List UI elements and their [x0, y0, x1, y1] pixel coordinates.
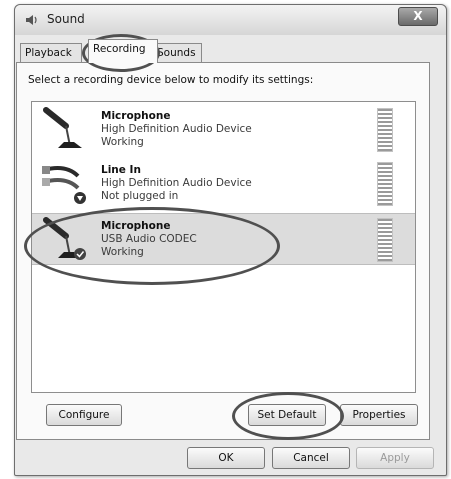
cancel-button[interactable]: Cancel	[272, 447, 350, 469]
speaker-icon	[26, 15, 37, 25]
device-row-line-in[interactable]: Line In High Definition Audio Device Not…	[32, 158, 415, 208]
ok-button[interactable]: OK	[187, 447, 265, 469]
device-description: High Definition Audio Device	[101, 177, 252, 189]
tab-recording[interactable]: Recording	[88, 39, 158, 63]
level-meter	[377, 218, 393, 262]
close-button[interactable]: X	[398, 7, 438, 26]
window-title: Sound	[47, 12, 85, 26]
set-default-button[interactable]: Set Default	[248, 404, 326, 426]
microphone-icon	[43, 217, 86, 260]
device-description: USB Audio CODEC	[101, 233, 197, 245]
device-status: Working	[101, 136, 144, 148]
device-row-microphone-hd[interactable]: Microphone High Definition Audio Device …	[32, 104, 415, 154]
device-name: Microphone	[101, 220, 171, 232]
microphone-icon	[43, 107, 82, 148]
properties-button[interactable]: Properties	[340, 404, 418, 426]
configure-button[interactable]: Configure	[46, 404, 122, 426]
tab-sounds[interactable]: Sounds	[152, 43, 202, 62]
instruction-text: Select a recording device below to modif…	[28, 74, 314, 86]
level-meter	[377, 162, 393, 206]
tab-playback[interactable]: Playback	[20, 43, 82, 62]
level-meter	[377, 108, 393, 152]
recording-device-list[interactable]: Microphone High Definition Audio Device …	[31, 101, 416, 393]
device-name: Microphone	[101, 110, 171, 122]
device-description: High Definition Audio Device	[101, 123, 252, 135]
line-in-jack-icon	[42, 166, 86, 204]
title-bar[interactable]: Sound X	[15, 5, 446, 35]
device-status: Not plugged in	[101, 190, 179, 202]
device-row-microphone-usb[interactable]: Microphone USB Audio CODEC Working	[32, 213, 415, 265]
device-status: Working	[101, 246, 144, 258]
apply-button[interactable]: Apply	[356, 447, 434, 469]
device-name: Line In	[101, 164, 141, 176]
